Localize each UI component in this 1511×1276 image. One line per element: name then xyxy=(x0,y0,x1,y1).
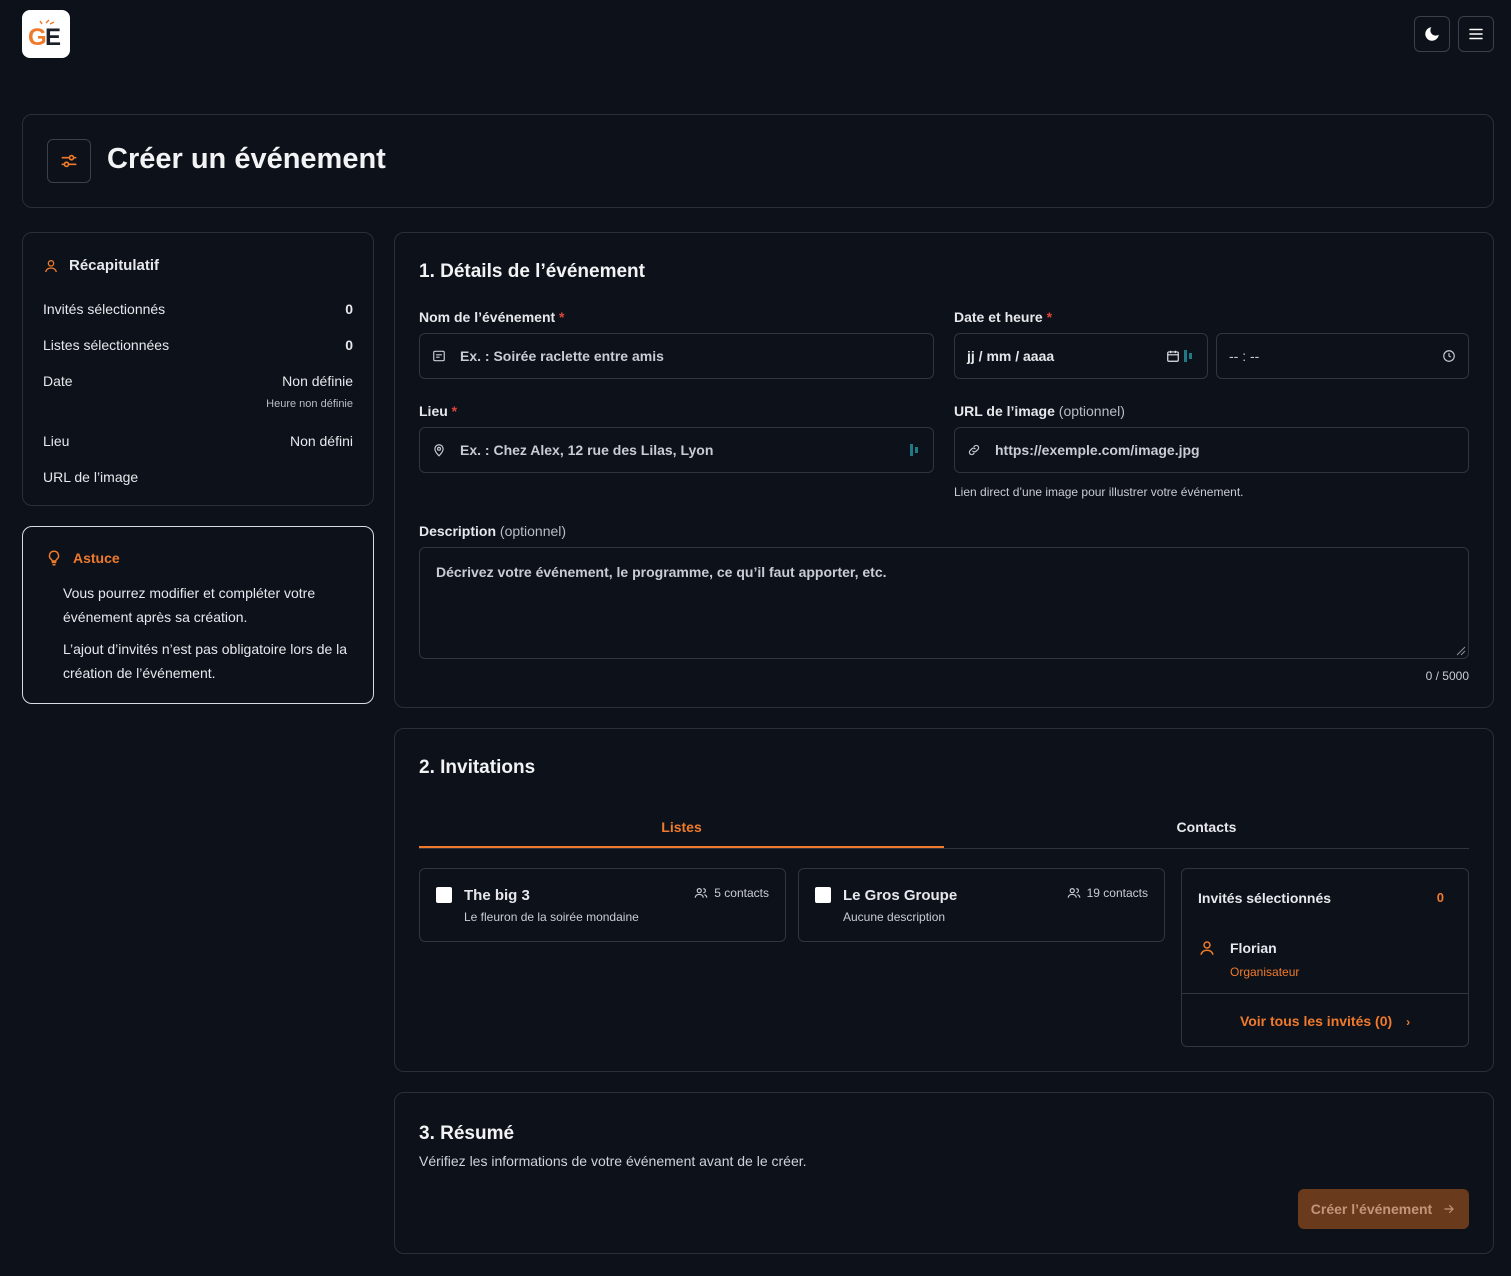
description-label: Description (optionnel) xyxy=(419,523,567,539)
arrow-right-icon xyxy=(1444,1204,1454,1214)
tip-panel: Astuce Vous pourrez modifier et compléte… xyxy=(22,526,374,704)
hamburger-icon xyxy=(1469,28,1483,40)
theme-toggle-button[interactable] xyxy=(1414,16,1450,52)
description-textarea[interactable]: Décrivez votre événement, le programme, … xyxy=(419,547,1469,659)
tab-contacts[interactable]: Contacts xyxy=(944,813,1469,848)
password-manager-icon[interactable] xyxy=(909,443,921,457)
date-input[interactable]: jj / mm / aaaa xyxy=(954,333,1208,379)
datetime-label: Date et heure * xyxy=(954,309,1053,325)
create-event-button[interactable]: Créer l’événement xyxy=(1298,1189,1469,1229)
resize-handle-icon[interactable] xyxy=(1456,646,1466,656)
image-label: URL de l’image (optionnel) xyxy=(954,403,1125,419)
password-manager-icon[interactable] xyxy=(1183,349,1195,363)
event-name-input[interactable]: Ex. : Soirée raclette entre amis xyxy=(419,333,934,379)
text-icon xyxy=(433,350,445,362)
invitation-tabs: Listes Contacts xyxy=(419,813,1469,849)
divider xyxy=(1182,993,1468,994)
place-label: Lieu * xyxy=(419,403,458,419)
users-icon xyxy=(694,888,708,898)
list-checkbox[interactable] xyxy=(815,887,831,903)
list-name: Le Gros Groupe xyxy=(843,887,958,904)
app-logo[interactable]: G E xyxy=(22,10,70,58)
list-item[interactable]: Le Gros Groupe Aucune description 19 con… xyxy=(798,868,1165,942)
lightbulb-icon xyxy=(48,550,60,566)
list-name: The big 3 xyxy=(464,887,530,904)
tip-paragraph: L’ajout d’invités n’est pas obligatoire … xyxy=(63,641,348,681)
resume-section: 3. Résumé Vérifiez les informations de v… xyxy=(394,1092,1494,1254)
summary-row-lists: Listes sélectionnées 0 xyxy=(43,337,353,353)
place-input[interactable]: Ex. : Chez Alex, 12 rue des Lilas, Lyon xyxy=(419,427,934,473)
menu-button[interactable] xyxy=(1458,16,1494,52)
selected-guests-count: 0 xyxy=(1436,890,1444,905)
chevron-right-icon: › xyxy=(1406,1015,1411,1029)
image-hint: Lien direct d’une image pour illustrer v… xyxy=(954,485,1244,499)
resume-text: Vérifiez les informations de votre événe… xyxy=(419,1153,807,1169)
tip-paragraph: Vous pourrez modifier et compléter votre… xyxy=(63,585,316,625)
description-counter: 0 / 5000 xyxy=(1425,669,1469,683)
summary-panel: Récapitulatif Invités sélectionnés 0 Lis… xyxy=(22,232,374,506)
map-pin-icon xyxy=(434,444,444,457)
image-url-input[interactable]: https://exemple.com/image.jpg xyxy=(954,427,1469,473)
logo-icon: G E xyxy=(28,19,61,49)
guest-role: Organisateur xyxy=(1230,965,1300,979)
details-section: 1. Détails de l’événement Nom de l’événe… xyxy=(394,232,1494,708)
calendar-icon[interactable] xyxy=(1166,349,1180,363)
selected-guests-title: Invités sélectionnés xyxy=(1198,890,1332,906)
section-title: 1. Détails de l’événement xyxy=(419,261,645,282)
svg-text:G: G xyxy=(28,24,47,49)
clock-icon[interactable] xyxy=(1442,349,1456,363)
summary-title: Récapitulatif xyxy=(69,257,160,274)
page-title: Créer un événement xyxy=(107,143,386,175)
tip-title: Astuce xyxy=(73,550,120,566)
list-checkbox[interactable] xyxy=(436,887,452,903)
guest-name: Florian xyxy=(1230,940,1277,956)
user-icon xyxy=(45,259,57,272)
summary-row-place: Lieu Non défini xyxy=(43,433,353,449)
section-title: 2. Invitations xyxy=(419,757,536,778)
summary-time: Heure non définie xyxy=(266,398,353,410)
list-count: 5 contacts xyxy=(714,886,769,900)
users-icon xyxy=(1067,888,1081,898)
summary-row-date: Date Non définie xyxy=(43,373,353,389)
sliders-icon xyxy=(47,139,91,183)
list-item[interactable]: The big 3 Le fleuron de la soirée mondai… xyxy=(419,868,786,942)
invitations-section: 2. Invitations Listes Contacts The big 3… xyxy=(394,728,1494,1072)
svg-text:E: E xyxy=(45,24,61,49)
see-all-guests-link[interactable]: Voir tous les invités (0) › xyxy=(1182,1013,1468,1029)
page-header: Créer un événement xyxy=(22,114,1494,208)
moon-icon xyxy=(1425,27,1439,41)
tab-lists[interactable]: Listes xyxy=(419,813,944,848)
list-count: 19 contacts xyxy=(1086,886,1148,900)
summary-row-image: URL de l’image xyxy=(43,469,139,485)
summary-row-guests: Invités sélectionnés 0 xyxy=(43,301,353,317)
link-icon xyxy=(968,444,980,456)
selected-guests-panel: Invités sélectionnés 0 Florian Organisat… xyxy=(1181,868,1469,1047)
user-icon xyxy=(1200,941,1214,955)
section-title: 3. Résumé xyxy=(419,1123,515,1144)
list-description: Le fleuron de la soirée mondaine xyxy=(464,910,639,924)
list-description: Aucune description xyxy=(843,910,946,924)
time-input[interactable]: -- : -- xyxy=(1216,333,1469,379)
name-label: Nom de l’événement * xyxy=(419,309,565,325)
